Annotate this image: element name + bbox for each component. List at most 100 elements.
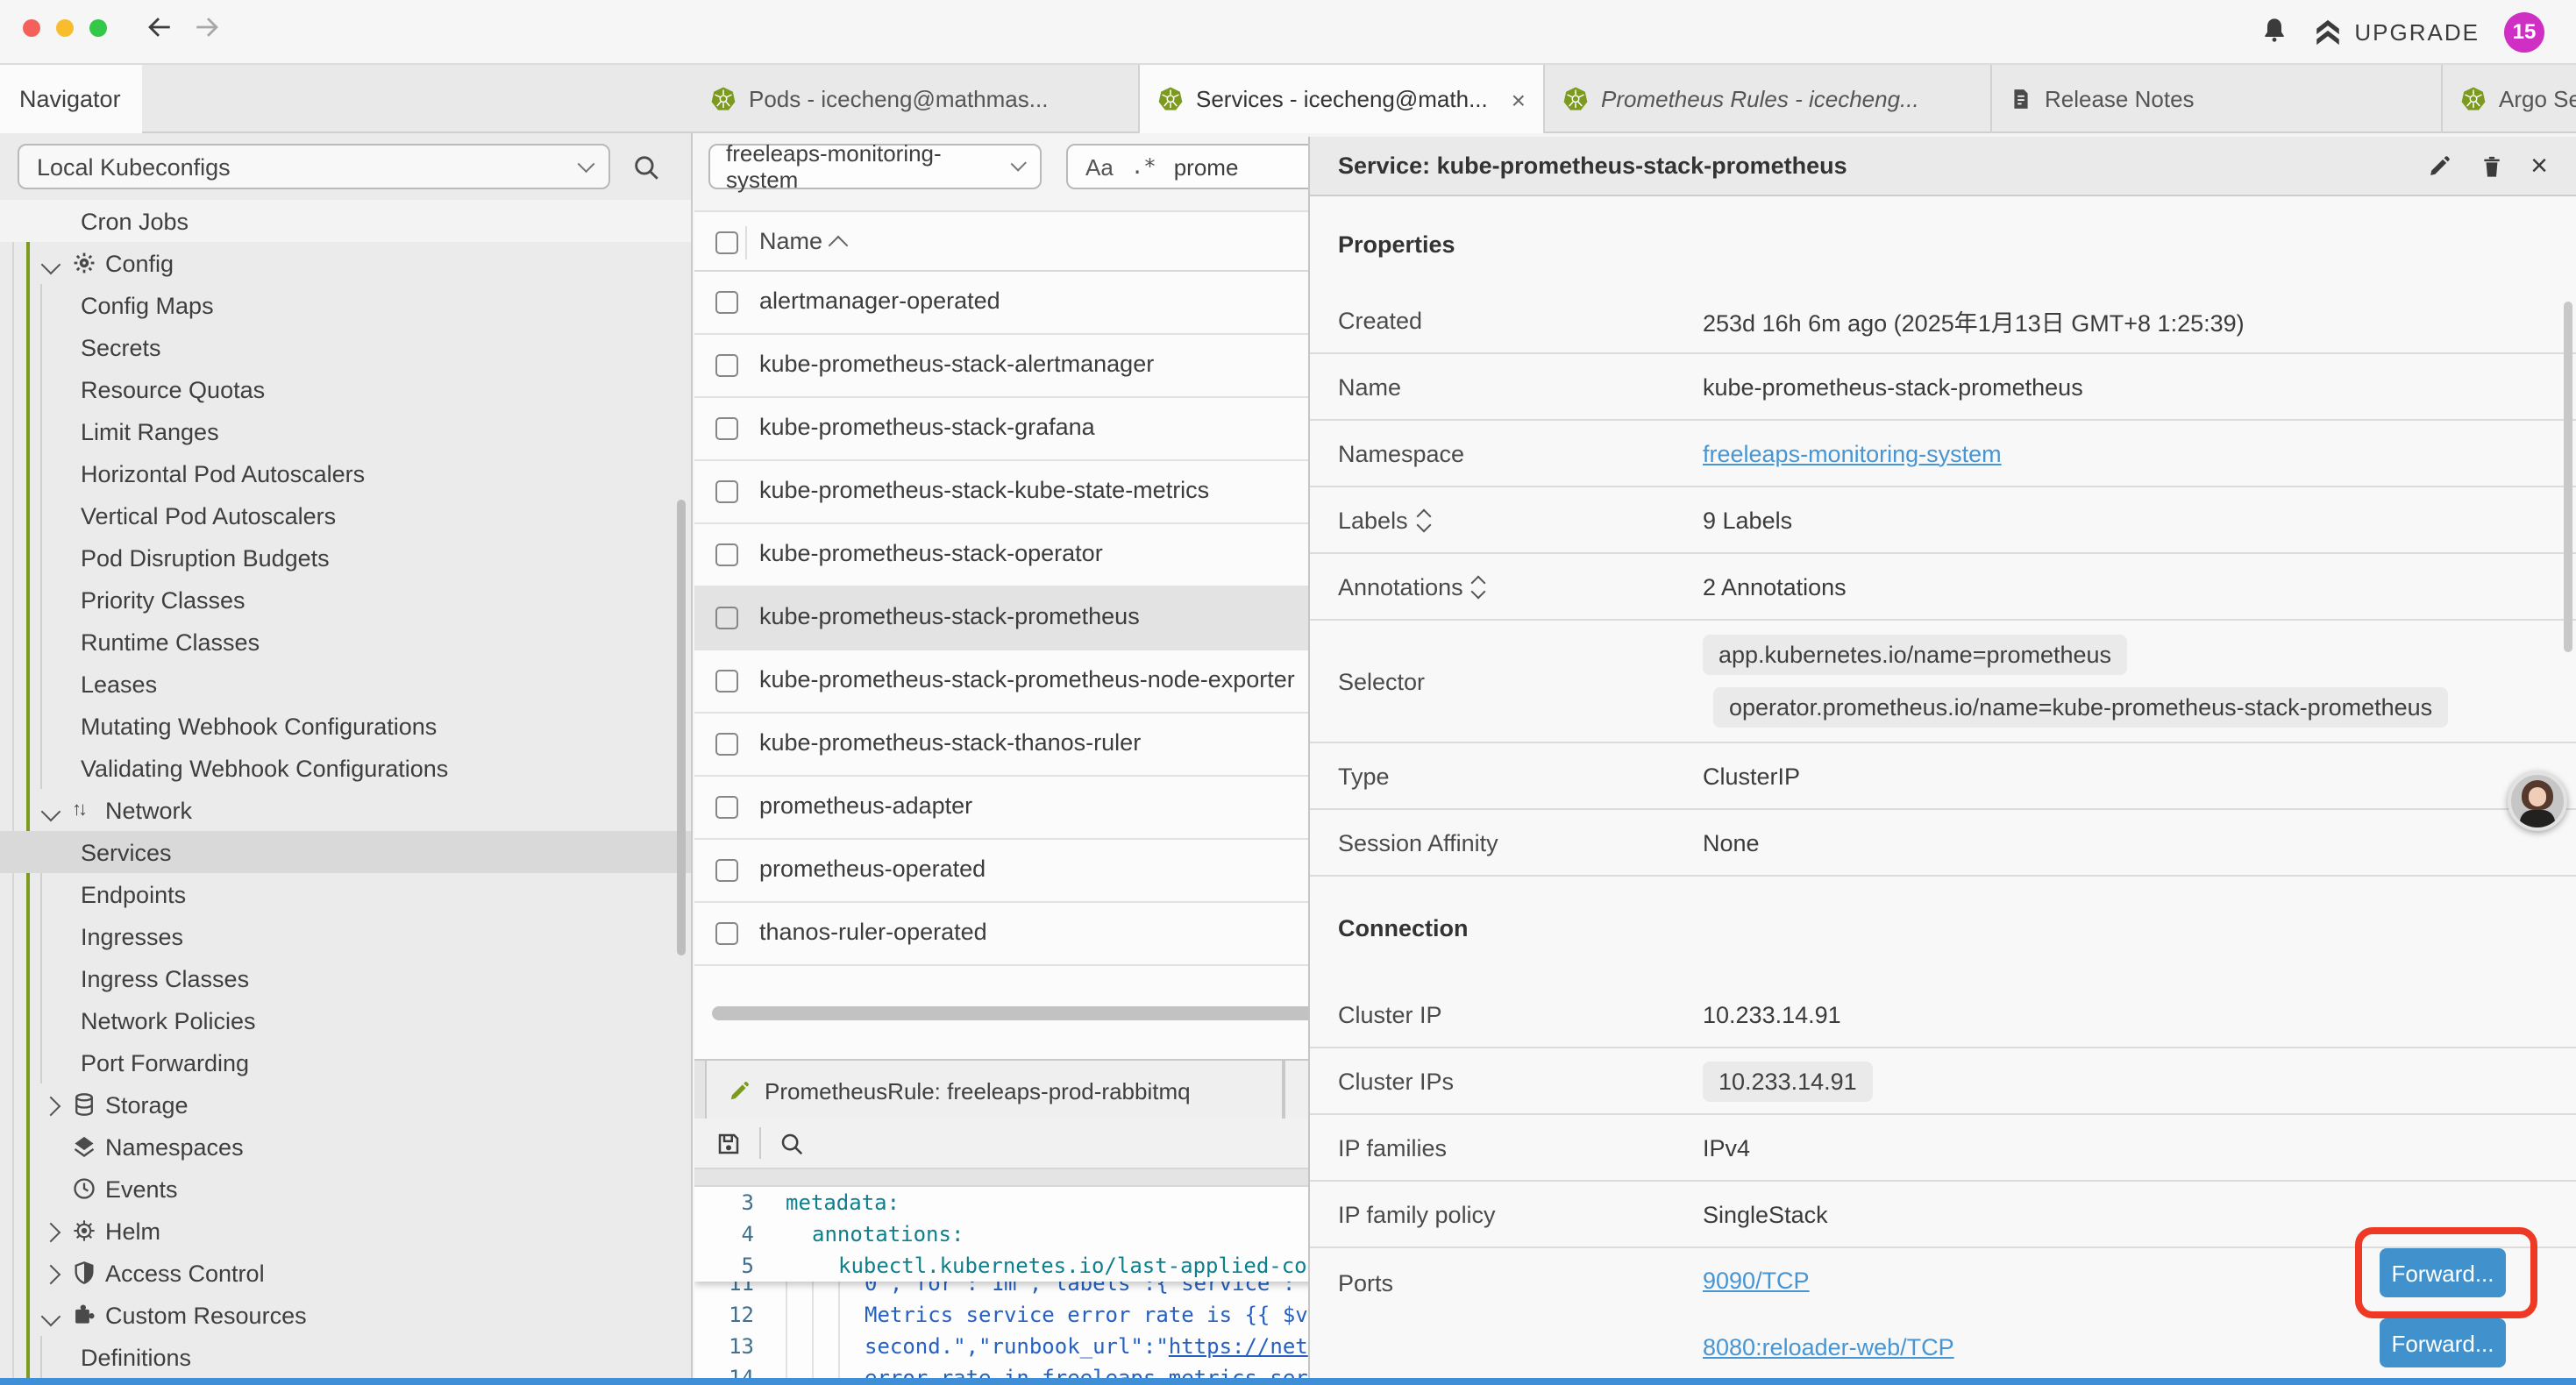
sidebar-item-config-maps[interactable]: Config Maps: [0, 284, 691, 326]
sidebar-item-network-policies[interactable]: Network Policies: [0, 999, 691, 1041]
panel-header: Service: kube-prometheus-stack-prometheu…: [1310, 137, 2576, 196]
tab-argo[interactable]: Argo Se: [2443, 65, 2576, 133]
sidebar-item-vertical-pod-autoscalers[interactable]: Vertical Pod Autoscalers: [0, 494, 691, 536]
forward-button[interactable]: Forward...: [2380, 1318, 2506, 1367]
row-checkbox[interactable]: [715, 796, 738, 819]
clock-icon: [72, 1176, 96, 1201]
close-tab-icon[interactable]: ×: [1501, 85, 1526, 113]
save-button[interactable]: [715, 1130, 742, 1156]
selector-badge: operator.prometheus.io/name=kube-prometh…: [1713, 687, 2448, 728]
sidebar-group-network[interactable]: ↑↓ Network: [0, 789, 691, 831]
row-checkbox[interactable]: [715, 354, 738, 377]
row-checkbox[interactable]: [715, 733, 738, 756]
shield-icon: [72, 1261, 96, 1285]
chevron-right-icon: [41, 1222, 61, 1242]
sidebar-item-priority-classes[interactable]: Priority Classes: [0, 579, 691, 621]
sidebar-item-ingresses[interactable]: Ingresses: [0, 915, 691, 957]
close-window-button[interactable]: [23, 18, 40, 36]
back-arrow-icon[interactable]: [144, 12, 174, 42]
row-checkbox[interactable]: [715, 291, 738, 314]
sidebar-item-port-forwarding[interactable]: Port Forwarding: [0, 1041, 691, 1083]
upgrade-label: UPGRADE: [2354, 18, 2480, 45]
sidebar-item-resource-quotas[interactable]: Resource Quotas: [0, 368, 691, 410]
expand-toggle-icon[interactable]: [1474, 577, 1484, 596]
row-checkbox[interactable]: [715, 922, 738, 945]
cluster-ip-badge: 10.233.14.91: [1703, 1061, 1873, 1101]
panel-scrollbar-thumb[interactable]: [2564, 302, 2572, 652]
sidebar-group-access-control[interactable]: Access Control: [0, 1252, 691, 1294]
tab-prometheus-rules[interactable]: Prometheus Rules - icecheng...: [1545, 65, 1992, 133]
select-all-checkbox[interactable]: [715, 231, 738, 254]
row-checkbox[interactable]: [715, 480, 738, 503]
sidebar-item-runtime-classes[interactable]: Runtime Classes: [0, 621, 691, 663]
row-checkbox[interactable]: [715, 607, 738, 629]
upgrade-chevrons-icon: [2312, 17, 2342, 46]
sidebar-item-secrets[interactable]: Secrets: [0, 326, 691, 368]
sidebar-item-cron-jobs[interactable]: Cron Jobs: [0, 200, 691, 242]
row-checkbox[interactable]: [715, 543, 738, 566]
sidebar-item-pod-disruption-budgets[interactable]: Pod Disruption Budgets: [0, 536, 691, 579]
puzzle-icon: [72, 1303, 96, 1327]
sidebar-item-mutating-webhook-configurations[interactable]: Mutating Webhook Configurations: [0, 705, 691, 747]
search-value: prome: [1174, 153, 1239, 180]
tab-services[interactable]: Services - icecheng@math... ×: [1140, 65, 1545, 133]
namespace-link[interactable]: freeleaps-monitoring-system: [1703, 440, 2002, 466]
code-link[interactable]: https://net: [1169, 1334, 1308, 1359]
sidebar-item-definitions[interactable]: Definitions: [0, 1336, 691, 1378]
notifications-bell-icon[interactable]: [2259, 16, 2288, 47]
delete-button[interactable]: [2480, 153, 2502, 178]
search-icon[interactable]: [631, 153, 661, 182]
table-hscrollbar-thumb[interactable]: [712, 1006, 1378, 1020]
sidebar-item-events[interactable]: Events: [0, 1168, 691, 1210]
sidebar-item-leases[interactable]: Leases: [0, 663, 691, 705]
sidebar-item-ingress-classes[interactable]: Ingress Classes: [0, 957, 691, 999]
sidebar-item-limit-ranges[interactable]: Limit Ranges: [0, 410, 691, 452]
sidebar-group-config[interactable]: Config: [0, 242, 691, 284]
tab-pods[interactable]: Pods - icecheng@mathmas...: [693, 65, 1140, 133]
sidebar-group-custom-resources[interactable]: Custom Resources: [0, 1294, 691, 1336]
editor-search-button[interactable]: [779, 1130, 805, 1156]
sidebar-group-helm[interactable]: Helm: [0, 1210, 691, 1252]
sidebar-item-services[interactable]: Services: [0, 831, 691, 873]
minimize-window-button[interactable]: [56, 18, 74, 36]
expand-toggle-icon[interactable]: [1419, 510, 1429, 529]
indent-guide: [812, 1282, 814, 1378]
kubernetes-icon: [2460, 86, 2487, 112]
namespace-select[interactable]: freeleaps-monitoring-system: [708, 144, 1042, 189]
edit-button[interactable]: [2427, 153, 2451, 178]
database-icon: [72, 1092, 96, 1117]
property-row-cluster-ip: Cluster IP 10.233.14.91: [1310, 982, 2576, 1048]
maximize-window-button[interactable]: [89, 18, 107, 36]
sidebar-item-horizontal-pod-autoscalers[interactable]: Horizontal Pod Autoscalers: [0, 452, 691, 494]
port-link[interactable]: 9090/TCP: [1703, 1268, 1810, 1294]
close-panel-button[interactable]: ×: [2530, 153, 2548, 178]
port-link[interactable]: 8080:reloader-web/TCP: [1703, 1334, 1954, 1360]
notification-count-badge[interactable]: 15: [2504, 11, 2544, 52]
upgrade-button[interactable]: UPGRADE: [2312, 17, 2480, 46]
panel-title: Service: kube-prometheus-stack-prometheu…: [1310, 153, 1847, 179]
user-avatar: [2508, 771, 2567, 831]
regex-toggle[interactable]: .*: [1131, 154, 1156, 179]
sidebar-item-namespaces[interactable]: Namespaces: [0, 1126, 691, 1168]
sidebar-item-endpoints[interactable]: Endpoints: [0, 873, 691, 915]
row-checkbox[interactable]: [715, 859, 738, 882]
chevron-right-icon: [41, 1096, 61, 1116]
column-header-name[interactable]: Name: [759, 228, 822, 254]
tab-release-notes[interactable]: Release Notes: [1992, 65, 2443, 133]
row-checkbox[interactable]: [715, 417, 738, 440]
navigator-panel-tab[interactable]: Navigator: [0, 65, 142, 133]
sidebar-item-validating-webhook-configurations[interactable]: Validating Webhook Configurations: [0, 747, 691, 789]
sidebar-group-storage[interactable]: Storage: [0, 1083, 691, 1126]
row-checkbox[interactable]: [715, 670, 738, 692]
property-row-cluster-ips: Cluster IPs 10.233.14.91: [1310, 1048, 2576, 1115]
edit-pencil-icon: [728, 1079, 751, 1102]
property-row-ports: Ports 9090/TCP 8080:reloader-web/TCP For…: [1310, 1248, 2576, 1378]
forward-arrow-icon[interactable]: [193, 12, 223, 42]
case-sensitive-toggle[interactable]: Aa: [1085, 153, 1114, 180]
sidebar-scrollbar-thumb[interactable]: [677, 500, 686, 955]
sort-ascending-icon: [829, 236, 849, 256]
cluster-select[interactable]: Local Kubeconfigs: [18, 144, 610, 189]
dock-tab-prometheusrule[interactable]: PrometheusRule: freeleaps-prod-rabbitmq: [705, 1061, 1284, 1120]
property-row-created: Created 253d 16h 6m ago (2025年1月13日 GMT+…: [1310, 288, 2576, 354]
chevron-down-icon: [1010, 155, 1026, 171]
